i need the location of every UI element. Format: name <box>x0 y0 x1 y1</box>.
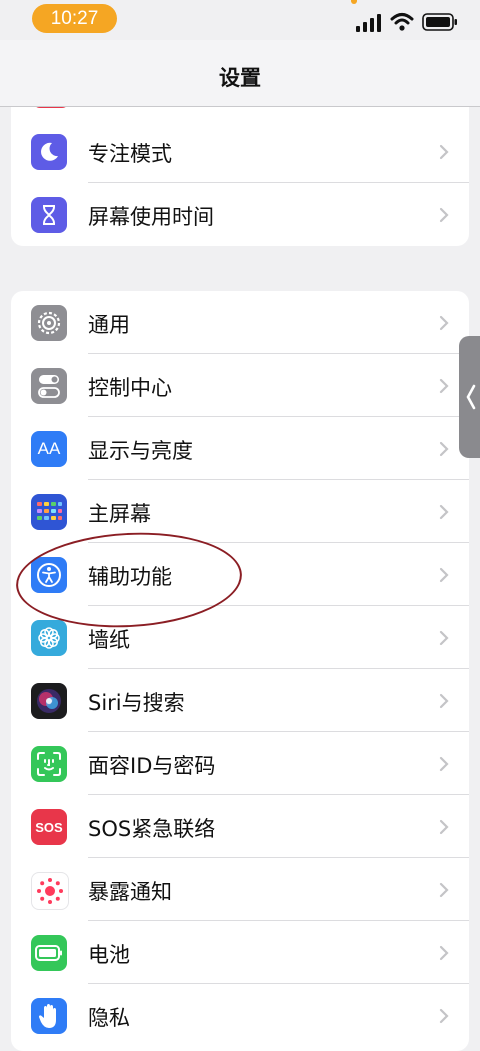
status-time[interactable]: 10:27 <box>32 4 117 33</box>
siri-icon <box>31 683 67 719</box>
settings-row-focus[interactable]: 专注模式 <box>11 120 469 183</box>
page-title: 设置 <box>219 66 261 90</box>
privacy-indicator <box>351 0 357 4</box>
chevron-right-icon <box>439 693 449 709</box>
row-label: 隐私 <box>88 1006 130 1030</box>
settings-row-siri[interactable]: Siri与搜索 <box>11 669 469 732</box>
exposure-icon <box>31 872 69 910</box>
status-bar: 10:27 <box>0 0 480 40</box>
row-label: 专注模式 <box>88 142 172 166</box>
toggles-icon <box>31 368 67 404</box>
row-label: 屏幕使用时间 <box>88 205 214 229</box>
settings-row-privacy[interactable]: 隐私 <box>11 984 469 1047</box>
settings-row-wallpaper[interactable]: 墙纸 <box>11 606 469 669</box>
settings-row-screen-time[interactable]: 屏幕使用时间 <box>11 183 469 246</box>
accessibility-icon <box>31 557 67 593</box>
aa-icon: AA <box>31 431 67 467</box>
chevron-right-icon <box>439 504 449 520</box>
chevron-right-icon <box>439 630 449 646</box>
flower-icon <box>31 620 67 656</box>
row-label: 控制中心 <box>88 376 172 400</box>
row-label: SOS紧急联络 <box>88 817 216 841</box>
sos-icon-text: SOS <box>35 819 63 835</box>
row-label: 面容ID与密码 <box>88 754 216 778</box>
battery-status-icon <box>422 13 457 31</box>
battery-icon <box>31 935 67 971</box>
settings-row-battery[interactable]: 电池 <box>11 921 469 984</box>
settings-row-general[interactable]: 通用 <box>11 291 469 354</box>
row-label: 主屏幕 <box>88 502 151 526</box>
row-label: 辅助功能 <box>88 565 172 589</box>
settings-row-home-screen[interactable]: 主屏幕 <box>11 480 469 543</box>
moon-icon <box>31 134 67 170</box>
gear-icon <box>31 305 67 341</box>
settings-row-accessibility[interactable]: 辅助功能 <box>11 543 469 606</box>
sos-icon: SOS <box>31 809 67 845</box>
row-label: 通用 <box>88 313 130 337</box>
chevron-right-icon <box>439 315 449 331</box>
settings-row-control-center[interactable]: 控制中心 <box>11 354 469 417</box>
wifi-icon <box>390 13 414 31</box>
chevron-right-icon <box>439 441 449 457</box>
chevron-right-icon <box>439 207 449 223</box>
floating-side-handle[interactable] <box>459 336 480 458</box>
settings-group-focus: 专注模式 屏幕使用时间 <box>11 95 469 246</box>
cellular-signal-icon <box>356 14 381 32</box>
row-label: 暴露通知 <box>88 880 172 904</box>
chevron-right-icon <box>439 819 449 835</box>
navigation-bar: 设置 <box>0 40 480 107</box>
chevron-right-icon <box>439 567 449 583</box>
settings-row-exposure-notifications[interactable]: 暴露通知 <box>11 858 469 921</box>
chevron-right-icon <box>439 144 449 160</box>
row-label: 电池 <box>88 943 130 967</box>
chevron-right-icon <box>439 756 449 772</box>
row-label: 显示与亮度 <box>88 439 193 463</box>
settings-row-emergency-sos[interactable]: SOS SOS紧急联络 <box>11 795 469 858</box>
chevron-right-icon <box>439 945 449 961</box>
aa-icon-text: AA <box>37 439 61 458</box>
settings-group-general: 通用 控制中心 AA 显示与亮度 主屏幕 辅助功能 墙纸 Siri与搜索 面容I… <box>11 291 469 1051</box>
faceid-icon <box>31 746 67 782</box>
hand-icon <box>31 998 67 1034</box>
chevron-left-icon <box>466 384 476 410</box>
grid-icon <box>31 494 67 530</box>
row-label: 墙纸 <box>88 628 130 652</box>
chevron-right-icon <box>439 378 449 394</box>
hourglass-icon <box>31 197 67 233</box>
settings-row-face-id[interactable]: 面容ID与密码 <box>11 732 469 795</box>
chevron-right-icon <box>439 882 449 898</box>
settings-row-display[interactable]: AA 显示与亮度 <box>11 417 469 480</box>
row-label: Siri与搜索 <box>88 691 185 715</box>
